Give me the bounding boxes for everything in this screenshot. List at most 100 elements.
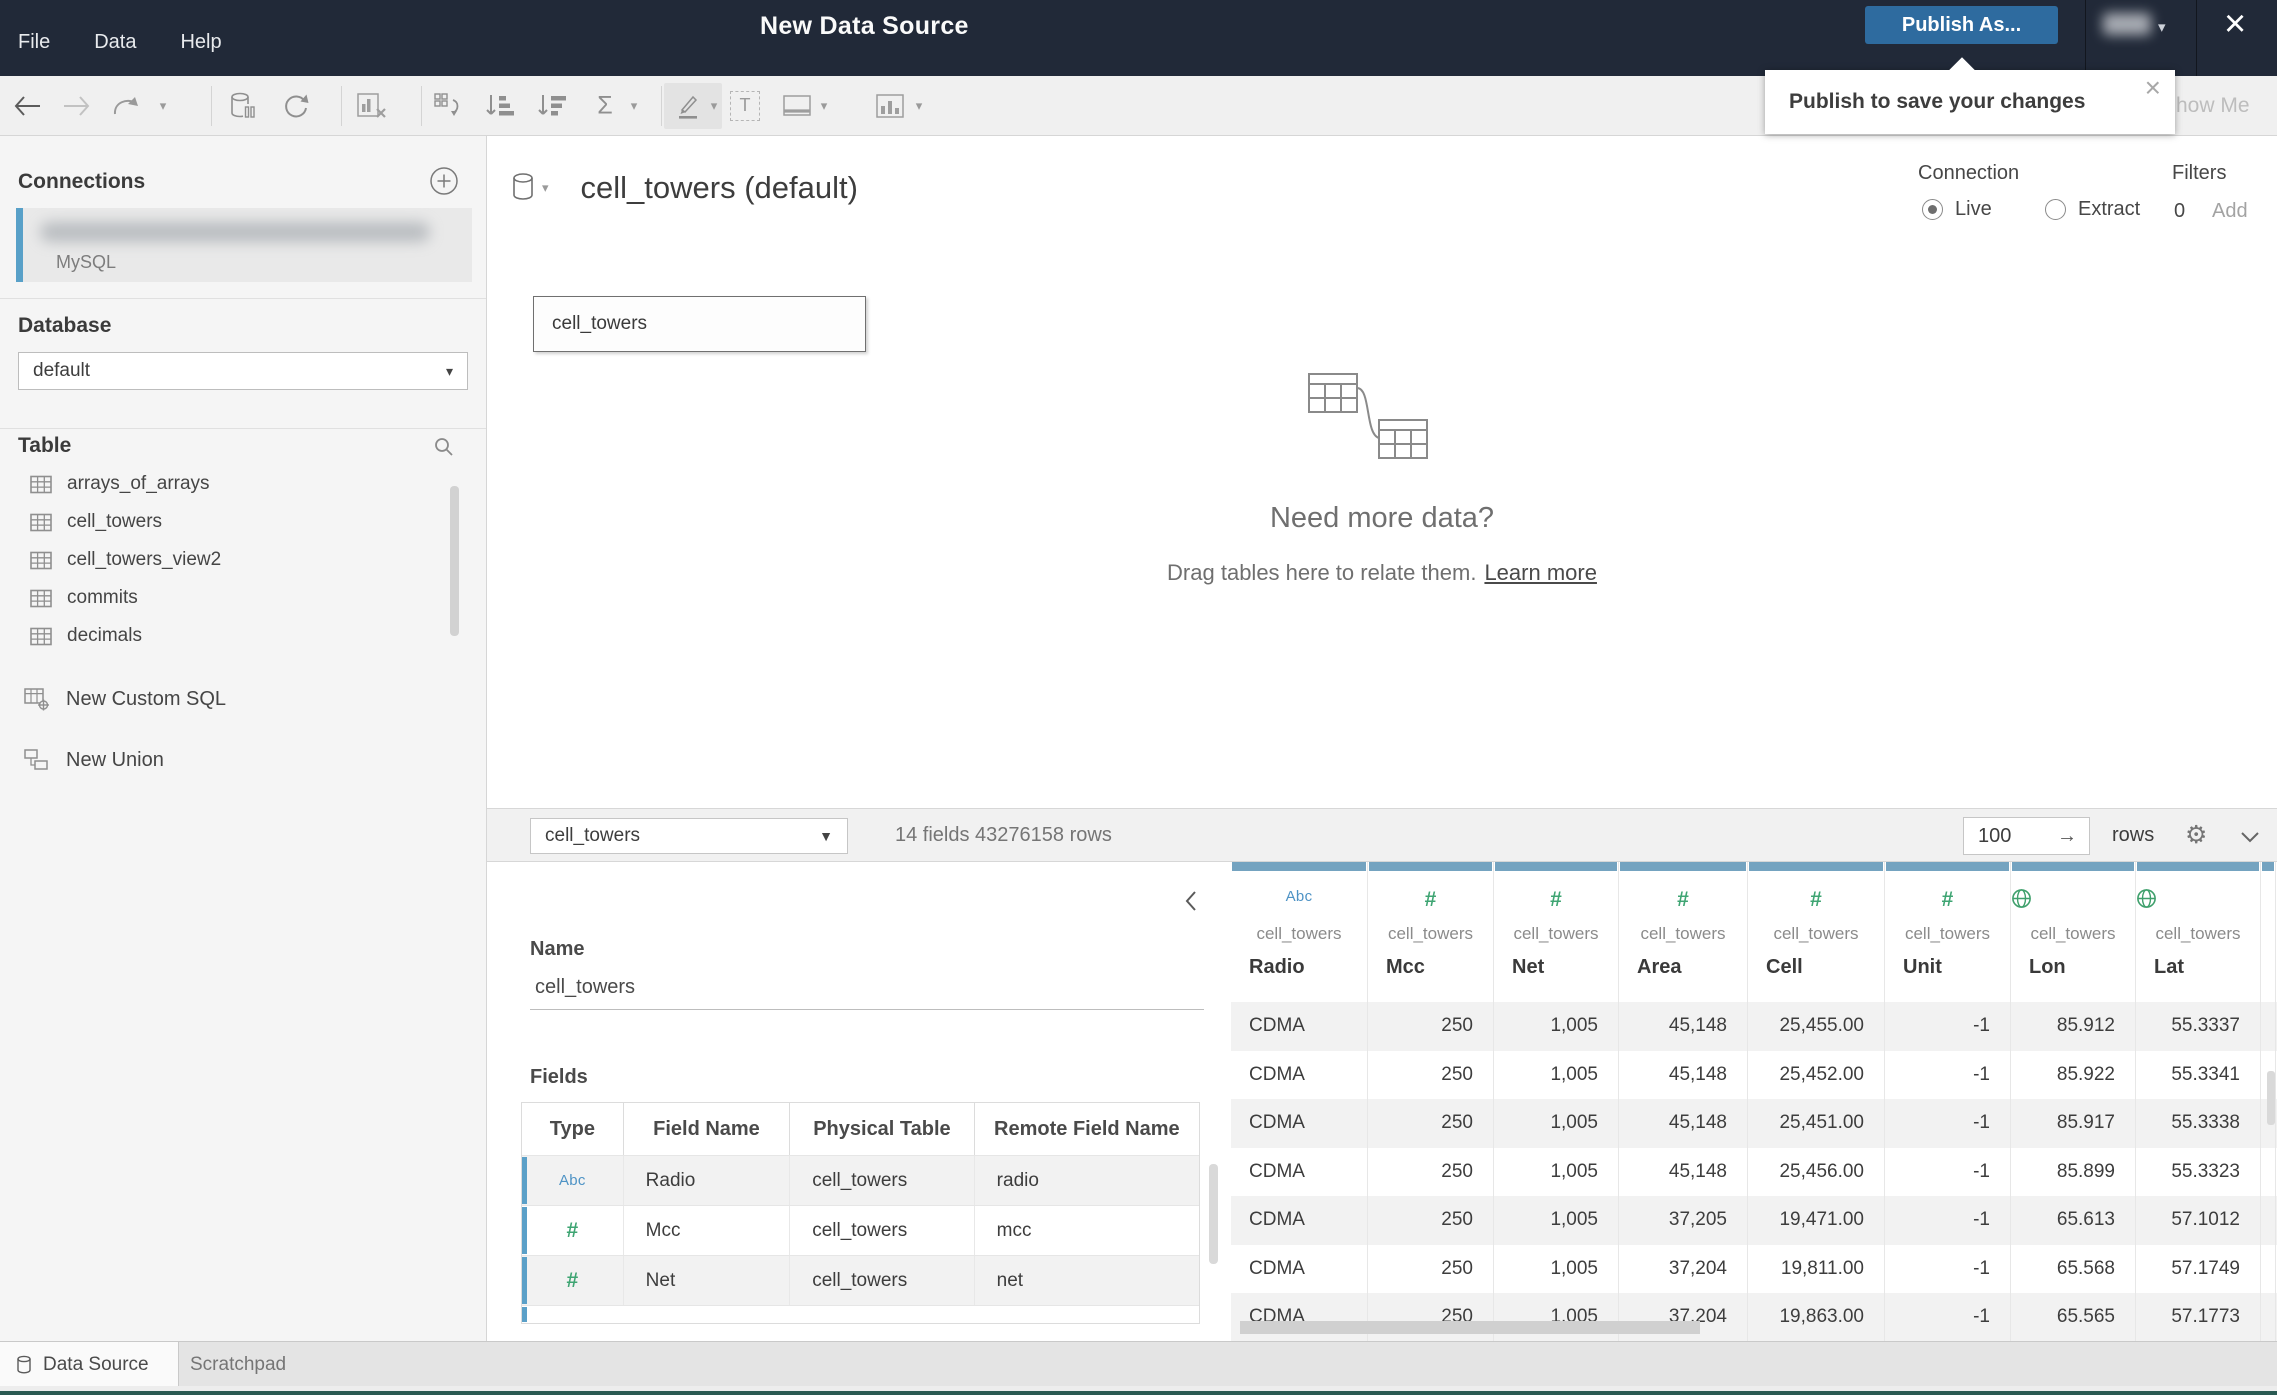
format-caret-icon[interactable]: ▾ (821, 98, 828, 114)
preview-table-select[interactable]: cell_towers ▼ (530, 818, 848, 854)
grid-column-header[interactable]: # cell_towers Mcc (1368, 862, 1494, 1002)
gear-icon[interactable]: ⚙ (2185, 809, 2207, 861)
replay-icon[interactable] (111, 94, 141, 118)
fields-col-physical-table[interactable]: Physical Table (790, 1103, 975, 1155)
text-box-icon[interactable]: T (730, 90, 760, 121)
collapse-panel-icon[interactable] (1185, 890, 1197, 912)
field-row[interactable]: # Net cell_towers net (522, 1255, 1199, 1305)
grid-cell: 57.1012 (2136, 1196, 2261, 1245)
row-count-field[interactable]: → (1963, 817, 2090, 855)
close-icon[interactable]: × (2224, 2, 2246, 48)
filters-add-button[interactable]: Add (2212, 200, 2248, 223)
database-header: Database (18, 314, 112, 337)
grid-cell: 250 (1368, 1050, 1494, 1099)
totals-caret-icon[interactable]: ▾ (631, 98, 638, 114)
undo-icon[interactable] (13, 95, 43, 117)
show-me-button[interactable]: Show Me (2162, 76, 2250, 136)
sidebar-table-item[interactable]: commits (0, 579, 486, 617)
search-icon[interactable] (433, 436, 455, 458)
live-radio[interactable]: Live (1922, 198, 1992, 221)
field-row[interactable]: # Mcc cell_towers mcc (522, 1205, 1199, 1255)
grid-column-header[interactable]: # cell_towers Area (1619, 862, 1748, 1002)
tab-data-source[interactable]: Data Source (0, 1342, 179, 1387)
sidebar-divider (0, 298, 486, 299)
tooltip-text: Publish to save your changes (1789, 90, 2086, 113)
grid-column-header[interactable]: # cell_towers Net (1494, 862, 1619, 1002)
format-borders-icon[interactable] (782, 94, 812, 118)
database-select-value: default (33, 360, 91, 381)
clear-sheet-icon[interactable] (356, 92, 388, 120)
sort-ascending-icon[interactable] (485, 93, 515, 119)
fields-col-remote-field-name[interactable]: Remote Field Name (975, 1103, 1199, 1155)
replay-caret-icon[interactable]: ▾ (160, 98, 167, 114)
grid-column-header[interactable]: # cell_towers Cell (1748, 862, 1885, 1002)
grid-cell: 55.3323 (2136, 1147, 2261, 1196)
sort-descending-icon[interactable] (537, 93, 567, 119)
grid-column-header[interactable]: cell_towers Lat (2136, 862, 2261, 1002)
new-union-button[interactable]: New Union (0, 740, 486, 780)
table-item-label: cell_towers_view2 (67, 549, 222, 570)
user-avatar[interactable] (2103, 13, 2151, 35)
database-select[interactable]: default ▾ (18, 352, 468, 390)
table-list-scrollbar[interactable] (450, 486, 459, 636)
tableau-web-authoring-window: File Data Help New Data Source Publish A… (0, 0, 2277, 1395)
grid-column-header[interactable]: # cell_towers Unit (1885, 862, 2011, 1002)
row-count-input[interactable] (1964, 824, 2034, 848)
menu-file[interactable]: File (18, 31, 50, 54)
publish-as-button[interactable]: Publish As... (1865, 6, 2058, 44)
refresh-icon[interactable] (282, 92, 310, 120)
marks-caret-icon[interactable]: ▾ (916, 98, 923, 114)
canvas-table-object[interactable]: cell_towers (533, 296, 866, 352)
datasource-caret-icon[interactable]: ▾ (542, 180, 549, 196)
radio-selected-icon (1922, 199, 1943, 220)
column-accent-bar (2012, 862, 2134, 871)
sidebar-table-item[interactable]: arrays_of_arrays (0, 465, 486, 503)
menu-help[interactable]: Help (180, 31, 221, 54)
apply-row-count-icon[interactable]: → (2057, 825, 2089, 848)
highlight-icon[interactable] (674, 92, 702, 120)
fields-col-type[interactable]: Type (522, 1103, 624, 1155)
grid-row: CDMA 250 1,005 45,148 25,455.00 -1 85.912 55.33… (1231, 1002, 2277, 1051)
name-value[interactable]: cell_towers (535, 976, 635, 999)
chevron-down-icon: ▾ (445, 362, 453, 379)
highlight-caret-icon[interactable]: ▾ (711, 98, 718, 114)
tooltip-close-icon[interactable]: × (2145, 72, 2161, 104)
swap-rows-columns-icon[interactable] (433, 92, 463, 120)
grid-cell: 85.922 (2011, 1050, 2136, 1099)
table-grid-icon (30, 551, 52, 570)
filters-section-label: Filters (2172, 162, 2227, 184)
collapse-preview-icon[interactable] (2240, 831, 2260, 843)
add-connection-icon[interactable] (429, 166, 459, 196)
user-menu-caret-icon[interactable]: ▾ (2158, 18, 2166, 36)
totals-icon[interactable]: Σ (597, 91, 612, 120)
show-mark-labels-icon[interactable] (875, 93, 905, 119)
pause-updates-icon[interactable] (230, 92, 256, 120)
new-custom-sql-button[interactable]: New Custom SQL (0, 679, 486, 719)
grid-column-header[interactable]: cell_towers Lon (2011, 862, 2136, 1002)
table-item-label: commits (67, 587, 138, 608)
database-cylinder-icon[interactable] (512, 172, 536, 202)
connection-section-label: Connection (1918, 162, 2020, 184)
field-type-icon: # (522, 1206, 624, 1255)
fields-scrollbar[interactable] (1209, 1164, 1218, 1264)
grid-cell: CDMA (1231, 1196, 1368, 1245)
learn-more-link[interactable]: Learn more (1484, 560, 1597, 585)
fields-col-field-name[interactable]: Field Name (624, 1103, 791, 1155)
grid-column-header[interactable]: Abc cell_towers Radio (1231, 862, 1368, 1002)
sidebar-table-item[interactable]: cell_towers_view2 (0, 541, 486, 579)
redo-icon[interactable] (61, 95, 91, 117)
sidebar-table-item[interactable]: decimals (0, 617, 486, 655)
extract-radio[interactable]: Extract (2045, 198, 2140, 221)
tab-scratchpad[interactable]: Scratchpad (190, 1342, 286, 1387)
field-row[interactable]: Abc Radio cell_towers radio (522, 1155, 1199, 1205)
connection-item[interactable]: MySQL (16, 208, 472, 282)
sidebar-table-item[interactable]: cell_towers (0, 503, 486, 541)
grid-row: CDMA 250 1,005 45,148 25,451.00 -1 85.917 55.33… (1231, 1099, 2277, 1148)
column-field-name: Lat (2154, 956, 2184, 978)
grid-cell: 250 (1368, 1002, 1494, 1051)
grid-vertical-scrollbar[interactable] (2267, 1071, 2275, 1125)
menu-data[interactable]: Data (94, 31, 136, 54)
grid-horizontal-scrollbar[interactable] (1240, 1321, 1700, 1334)
column-table-name: cell_towers (1640, 924, 1726, 943)
datasource-title[interactable]: cell_towers (default) (581, 170, 858, 206)
